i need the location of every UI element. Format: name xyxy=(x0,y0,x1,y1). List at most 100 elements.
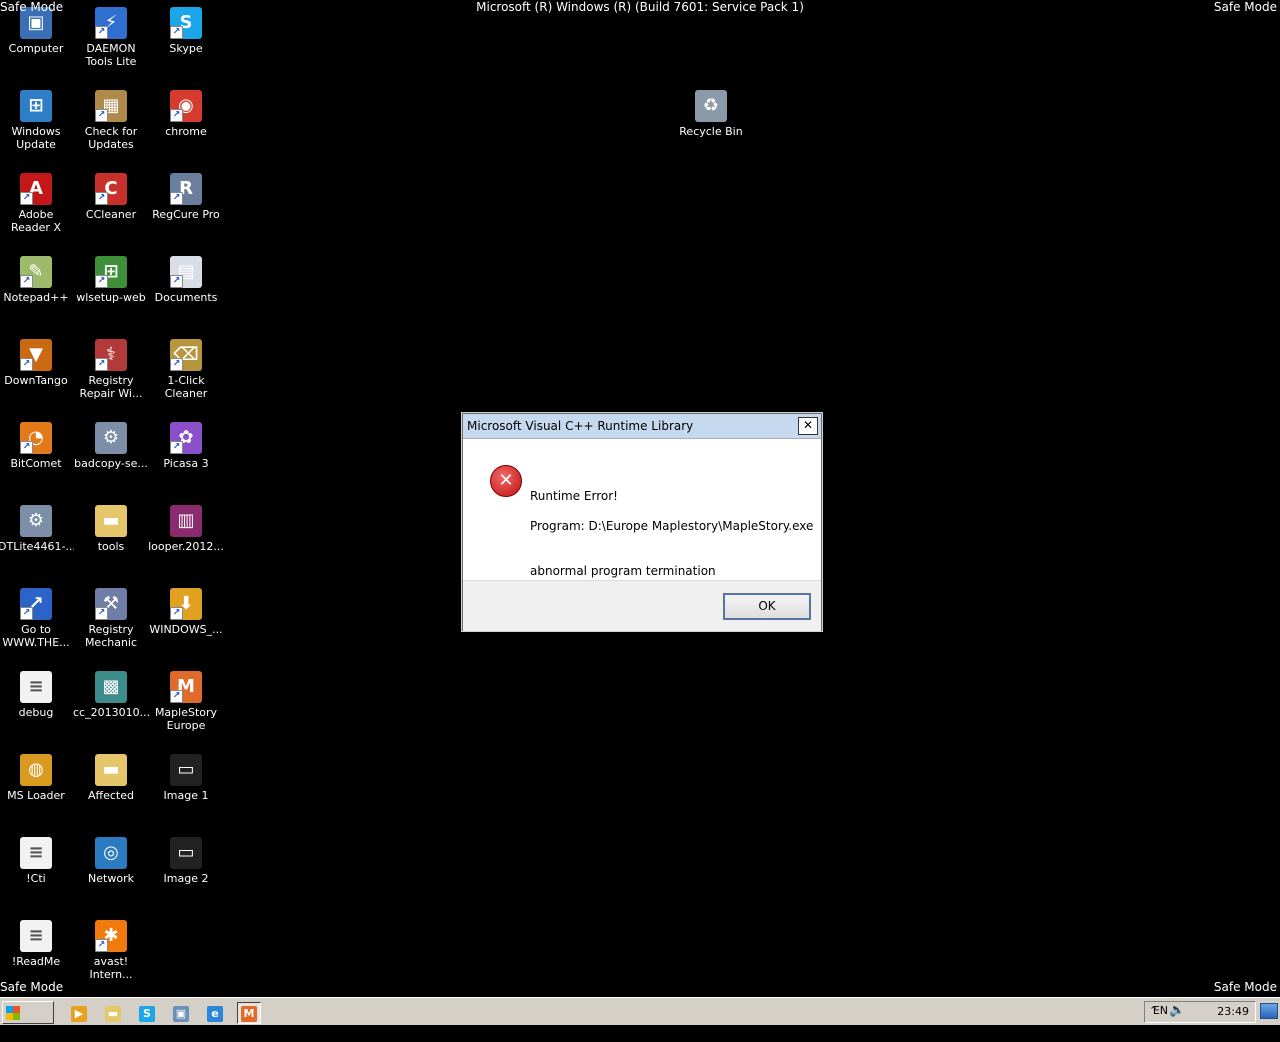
desktop-icon-notepad-[interactable]: ✎ Notepad++ xyxy=(0,256,74,304)
dialog-title: Microsoft Visual C++ Runtime Library xyxy=(467,419,694,433)
desktop-icon-adobe[interactable]: A Adobe Reader X xyxy=(0,173,74,234)
error-heading: Runtime Error! xyxy=(530,489,618,503)
archive-icon: ▥ xyxy=(170,505,202,537)
desktop-icon-computer[interactable]: ▣ Computer xyxy=(0,7,74,55)
desktop-icon-image-1[interactable]: ▭ Image 1 xyxy=(148,754,224,802)
desktop-icon-debug[interactable]: ≡ debug xyxy=(0,671,74,719)
taskbar-button-ie[interactable]: e xyxy=(203,1002,227,1024)
desktop-icon-label: Recycle Bin xyxy=(679,125,743,138)
show-hidden-icons-icon[interactable]: ⌃ xyxy=(1149,1004,1158,1017)
dialog-footer: OK xyxy=(463,580,821,631)
clock[interactable]: 23:49 xyxy=(1217,1005,1249,1018)
desktop-icon-label: Check for Updates xyxy=(84,125,138,151)
desktop-icon-image-2[interactable]: ▭ Image 2 xyxy=(148,837,224,885)
taskbar-button-skype[interactable]: S xyxy=(135,1002,159,1024)
skype-icon: S xyxy=(139,1006,155,1022)
desktop-icon-windows[interactable]: ⊞ Windows Update xyxy=(0,90,74,151)
show-desktop-button[interactable] xyxy=(1260,1003,1278,1019)
dialog-title-bar[interactable]: Microsoft Visual C++ Runtime Library ✕ xyxy=(463,414,821,439)
download-icon: ⬇ xyxy=(170,588,202,620)
desktop-icon-label: Network xyxy=(88,872,134,885)
desktop-icon-label: badcopy-se... xyxy=(74,457,148,470)
package-icon: ▦ xyxy=(95,90,127,122)
link-icon: ↗ xyxy=(20,588,52,620)
desktop-icon-avast-[interactable]: ✱ avast! Intern... xyxy=(73,920,149,981)
desktop-icon-badcopy-se-[interactable]: ⚙ badcopy-se... xyxy=(73,422,149,470)
folder-icon: ▬ xyxy=(95,754,127,786)
taskbar-button-media-player[interactable]: ▶ xyxy=(67,1002,91,1024)
windows-update-icon: ⊞ xyxy=(20,90,52,122)
desktop-icon-label: DTLite4461-... xyxy=(0,540,74,553)
desktop-icon-label: MapleStory Europe xyxy=(154,706,218,732)
safe-mode-label-bottom-right: Safe Mode xyxy=(1213,980,1277,994)
desktop-icon-label: debug xyxy=(18,706,54,719)
image-icon: ▭ xyxy=(170,837,202,869)
desktop-icon-cc-2013010-[interactable]: ▩ cc_2013010... xyxy=(73,671,149,719)
desktop-icon-bitcomet[interactable]: ◔ BitComet xyxy=(0,422,74,470)
desktop-icon-picasa-3[interactable]: ✿ Picasa 3 xyxy=(148,422,224,470)
desktop-icon-daemon[interactable]: ⚡DAEMON Tools Lite xyxy=(73,7,149,68)
picasa-icon: ✿ xyxy=(170,422,202,454)
desktop-icon-looper-2012-[interactable]: ▥ looper.2012... xyxy=(148,505,224,553)
recycle-bin-icon: ♻ xyxy=(695,90,727,122)
desktop-icon-skype[interactable]: SSkype xyxy=(148,7,224,55)
notepad-icon: ✎ xyxy=(20,256,52,288)
desktop-icon-tools[interactable]: ▬ tools xyxy=(73,505,149,553)
desktop-icon-documents[interactable]: ▤ Documents xyxy=(148,256,224,304)
text-file-icon: ≡ xyxy=(20,920,52,952)
globe-icon: ◍ xyxy=(20,754,52,786)
ok-button[interactable]: OK xyxy=(723,593,811,620)
desktop-icon--cti[interactable]: ≡ !Cti xyxy=(0,837,74,885)
desktop-icon-recycle-bin[interactable]: ♻ Recycle Bin xyxy=(673,90,749,138)
desktop-icon-label: CCleaner xyxy=(85,208,137,221)
desktop-icon-label: Image 2 xyxy=(163,872,209,885)
desktop-icon-dtlite4461-[interactable]: ⚙ DTLite4461-... xyxy=(0,505,74,553)
taskbar-button-monitor[interactable]: ▣ xyxy=(169,1002,193,1024)
taskbar-button-maplestory[interactable]: M xyxy=(237,1002,261,1024)
downtango-icon: ▼ xyxy=(20,339,52,371)
desktop-icon-windows-[interactable]: ⬇ WINDOWS_... xyxy=(148,588,224,636)
desktop-icon-affected[interactable]: ▬ Affected xyxy=(73,754,149,802)
taskbar-button-explorer[interactable]: ▬ xyxy=(101,1002,125,1024)
regcure-icon: R xyxy=(170,173,202,205)
desktop-icon-label: Windows Update xyxy=(11,125,61,151)
desktop-icon-registry[interactable]: ⚕ Registry Repair Wi... xyxy=(73,339,149,400)
installer-icon: ⚙ xyxy=(95,422,127,454)
desktop-icon-go-to[interactable]: ↗ Go to WWW.THE... xyxy=(0,588,74,649)
registry-repair-icon: ⚕ xyxy=(95,339,127,371)
desktop-icon-registry[interactable]: ⚒ Registry Mechanic xyxy=(73,588,149,649)
desktop-icon-chrome[interactable]: ◉ chrome xyxy=(148,90,224,138)
chrome-icon: ◉ xyxy=(170,90,202,122)
desktop-icon-label: Picasa 3 xyxy=(163,457,209,470)
desktop-icon-label: Adobe Reader X xyxy=(11,208,61,234)
desktop-icon-1-click[interactable]: ⌫ 1-Click Cleaner xyxy=(148,339,224,400)
maplestory-icon: M xyxy=(170,671,202,703)
desktop-icon-downtango[interactable]: ▼ DownTango xyxy=(0,339,74,387)
desktop-icon--readme[interactable]: ≡ !ReadMe xyxy=(0,920,74,968)
desktop-icon-wlsetup-web[interactable]: ⊞ wlsetup-web xyxy=(73,256,149,304)
error-icon: ✕ xyxy=(490,465,522,497)
start-button[interactable]: Start xyxy=(2,1001,54,1039)
desktop-icon-label: Computer xyxy=(8,42,64,55)
registry-file-icon: ▩ xyxy=(95,671,127,703)
volume-icon[interactable]: 🔈 xyxy=(1169,1003,1185,1018)
desktop-icon-maplestory[interactable]: M MapleStory Europe xyxy=(148,671,224,732)
dialog-close-button[interactable]: ✕ xyxy=(798,417,818,435)
media-player-icon: ▶ xyxy=(71,1006,87,1022)
desktop-icon-regcure-pro[interactable]: R RegCure Pro xyxy=(148,173,224,221)
desktop-icon-label: Image 1 xyxy=(163,789,209,802)
avast-icon: ✱ xyxy=(95,920,127,952)
desktop-icon-label: looper.2012... xyxy=(148,540,224,553)
desktop-icon-network[interactable]: ◎ Network xyxy=(73,837,149,885)
installer-icon: ⚙ xyxy=(20,505,52,537)
maplestory-icon: M xyxy=(241,1006,257,1022)
desktop-icon-label: !ReadMe xyxy=(11,955,61,968)
windows-logo-icon xyxy=(6,1005,20,1020)
desktop-icon-ms-loader[interactable]: ◍ MS Loader xyxy=(0,754,74,802)
desktop-icon-label: MS Loader xyxy=(7,789,65,802)
desktop-icon-ccleaner[interactable]: C CCleaner xyxy=(73,173,149,221)
folder-icon: ▬ xyxy=(95,505,127,537)
desktop-icon-check-for[interactable]: ▦ Check for Updates xyxy=(73,90,149,151)
desktop-icon-label: Go to WWW.THE... xyxy=(2,623,70,649)
desktop-icon-label: cc_2013010... xyxy=(73,706,149,719)
